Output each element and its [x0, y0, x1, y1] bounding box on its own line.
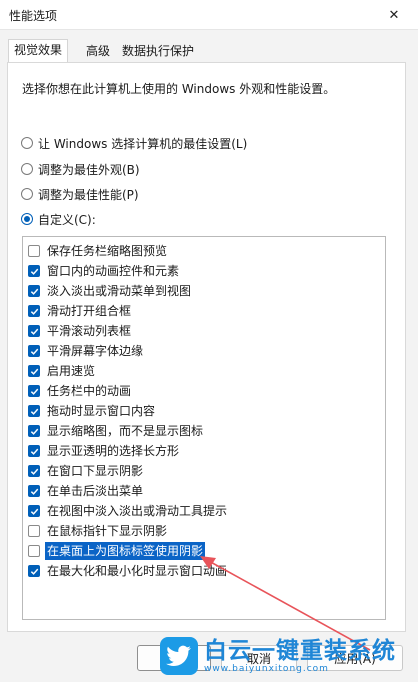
effect-option-label: 显示缩略图，而不是显示图标 [47, 424, 204, 438]
radio-label: 调整为最佳外观(B) [38, 162, 140, 177]
effect-option-label: 在鼠标指针下显示阴影 [47, 524, 168, 538]
watermark-title: 白云一键重装系统 [204, 637, 396, 664]
checkbox-checked-icon[interactable] [28, 305, 40, 317]
checkbox-checked-icon[interactable] [28, 425, 40, 437]
effect-option-label: 在窗口下显示阴影 [47, 464, 144, 478]
radio-best-performance[interactable]: 调整为最佳性能(P) [21, 185, 139, 203]
effect-option[interactable]: 滑动打开组合框 [28, 302, 133, 320]
effect-option-label: 平滑滚动列表框 [47, 324, 132, 338]
tab-data-execution-prevention[interactable]: 数据执行保护 [116, 40, 200, 62]
radio-let-windows-choose[interactable]: 让 Windows 选择计算机的最佳设置(L) [21, 134, 247, 152]
radio-label: 调整为最佳性能(P) [38, 187, 139, 202]
effect-option[interactable]: 在桌面上为图标标签使用阴影 [28, 542, 206, 560]
watermark: 白云一键重装系统 www.baiyunxitong.com [160, 634, 414, 678]
radio-best-appearance[interactable]: 调整为最佳外观(B) [21, 160, 140, 178]
effect-option-label: 平滑屏幕字体边缘 [47, 344, 144, 358]
effect-option[interactable]: 淡入淡出或滑动菜单到视图 [28, 282, 193, 300]
checkbox-checked-icon[interactable] [28, 485, 40, 497]
radio-label: 让 Windows 选择计算机的最佳设置(L) [38, 136, 248, 151]
effect-option-label: 在桌面上为图标标签使用阴影 [45, 542, 206, 560]
radio-indicator [21, 188, 33, 200]
checkbox-checked-icon[interactable] [28, 505, 40, 517]
effect-option[interactable]: 在单击后淡出菜单 [28, 482, 145, 500]
effect-option-label: 启用速览 [47, 364, 96, 378]
effect-option-label: 窗口内的动画控件和元素 [47, 264, 180, 278]
effect-option[interactable]: 启用速览 [28, 362, 97, 380]
effect-option[interactable]: 显示亚透明的选择长方形 [28, 442, 181, 460]
effect-option-label: 拖动时显示窗口内容 [47, 404, 156, 418]
radio-custom[interactable]: 自定义(C): [21, 210, 96, 228]
effect-option-label: 在单击后淡出菜单 [47, 484, 144, 498]
close-button[interactable]: ✕ [376, 2, 412, 28]
checkbox-checked-icon[interactable] [28, 565, 40, 577]
checkbox-checked-icon[interactable] [28, 445, 40, 457]
radio-label: 自定义(C): [38, 212, 96, 227]
checkbox-checked-icon[interactable] [28, 365, 40, 377]
radio-indicator [21, 137, 33, 149]
checkbox-checked-icon[interactable] [28, 385, 40, 397]
checkbox-checked-icon[interactable] [28, 465, 40, 477]
effect-option[interactable]: 在窗口下显示阴影 [28, 462, 145, 480]
effect-option-label: 在最大化和最小化时显示窗口动画 [47, 564, 228, 578]
checkbox-checked-icon[interactable] [28, 405, 40, 417]
effect-option[interactable]: 任务栏中的动画 [28, 382, 133, 400]
checkbox-unchecked-icon[interactable] [28, 245, 40, 257]
effect-option-label: 保存任务栏缩略图预览 [47, 244, 168, 258]
tab-advanced[interactable]: 高级 [80, 40, 116, 62]
effect-option[interactable]: 在鼠标指针下显示阴影 [28, 522, 169, 540]
radio-indicator [21, 213, 33, 225]
bird-logo-icon [160, 637, 198, 675]
effect-option-label: 淡入淡出或滑动菜单到视图 [47, 284, 192, 298]
watermark-url: www.baiyunxitong.com [204, 663, 329, 674]
radio-indicator [21, 163, 33, 175]
checkbox-unchecked-icon[interactable] [28, 525, 40, 537]
effects-list[interactable]: 保存任务栏缩略图预览 窗口内的动画控件和元素 淡入淡出或滑动菜单到视图 滑动打开组合框… [22, 236, 386, 620]
checkbox-checked-icon[interactable] [28, 345, 40, 357]
tab-label: 高级 [86, 44, 111, 58]
effect-option-label: 在视图中淡入淡出或滑动工具提示 [47, 504, 228, 518]
effect-option[interactable]: 平滑滚动列表框 [28, 322, 133, 340]
effect-option[interactable]: 保存任务栏缩略图预览 [28, 242, 169, 260]
effect-option-label: 滑动打开组合框 [47, 304, 132, 318]
title-bar: 性能选项 ✕ [0, 0, 418, 30]
tab-visual-effects[interactable]: 视觉效果 [8, 39, 69, 63]
checkbox-checked-icon[interactable] [28, 285, 40, 297]
description-text: 选择你想在此计算机上使用的 Windows 外观和性能设置。 [22, 82, 336, 96]
effect-option[interactable]: 平滑屏幕字体边缘 [28, 342, 145, 360]
effect-option[interactable]: 显示缩略图，而不是显示图标 [28, 422, 205, 440]
effect-option[interactable]: 在视图中淡入淡出或滑动工具提示 [28, 502, 229, 520]
effect-option[interactable]: 在最大化和最小化时显示窗口动画 [28, 562, 229, 580]
checkbox-unchecked-icon[interactable] [28, 545, 40, 557]
tab-label: 数据执行保护 [122, 44, 195, 58]
checkbox-checked-icon[interactable] [28, 325, 40, 337]
tab-label: 视觉效果 [14, 43, 63, 57]
close-icon: ✕ [388, 7, 400, 23]
checkbox-checked-icon[interactable] [28, 265, 40, 277]
effect-option-label: 显示亚透明的选择长方形 [47, 444, 180, 458]
effect-option-label: 任务栏中的动画 [47, 384, 132, 398]
window-title: 性能选项 [9, 9, 58, 23]
effect-option[interactable]: 窗口内的动画控件和元素 [28, 262, 181, 280]
effect-option[interactable]: 拖动时显示窗口内容 [28, 402, 157, 420]
